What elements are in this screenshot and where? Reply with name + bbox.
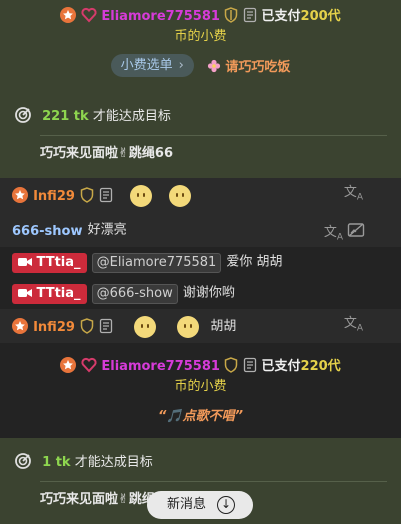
mention-tag[interactable]: @666-show bbox=[91, 283, 178, 304]
goal-description: 巧巧来见面啦✌跳绳66 bbox=[40, 146, 173, 161]
heart-diamond-icon bbox=[81, 7, 97, 23]
translate-icon[interactable]: 文A bbox=[344, 181, 363, 203]
treat-button[interactable]: 请巧巧吃饭 bbox=[207, 56, 291, 75]
star-badge-icon bbox=[12, 187, 28, 203]
document-icon bbox=[243, 7, 257, 23]
chat-username[interactable]: Infi29 bbox=[33, 189, 75, 204]
tip-amount: 220代 bbox=[300, 359, 341, 374]
chat-row: 666-show 好漂亮 文A bbox=[0, 212, 401, 247]
chat-row: Infi29 胡胡 文A bbox=[0, 309, 401, 343]
divider bbox=[40, 481, 387, 482]
document-icon bbox=[243, 357, 257, 373]
translate-icon[interactable]: 文A bbox=[344, 312, 363, 334]
mention-tag[interactable]: @Eliamore775581 bbox=[91, 252, 222, 273]
flower-icon bbox=[207, 59, 220, 73]
tip-text-prefix: 已支付 bbox=[261, 359, 301, 374]
tip-text-suffix: 币的小费 bbox=[174, 29, 227, 44]
tip-menu-item-label: “🎵点歌不唱” bbox=[158, 409, 243, 424]
document-icon bbox=[99, 318, 113, 334]
target-icon bbox=[15, 107, 31, 123]
chat-username[interactable]: 666-show bbox=[12, 224, 82, 239]
video-camera-icon bbox=[18, 257, 32, 266]
document-icon bbox=[99, 187, 113, 203]
arrow-down-icon: ↓ bbox=[217, 496, 235, 514]
translate-icon[interactable]: 文A bbox=[324, 221, 343, 243]
star-badge-icon bbox=[60, 357, 77, 373]
chat-message: 胡胡 bbox=[210, 318, 237, 334]
neutral-face-emoji-icon bbox=[177, 315, 200, 338]
shield-icon bbox=[225, 357, 238, 373]
live-user-chip[interactable]: TTtia_ bbox=[12, 252, 87, 273]
chat-username[interactable]: Infi29 bbox=[33, 320, 75, 335]
chat-message: 好漂亮 bbox=[87, 222, 127, 238]
tip-amount: 200代 bbox=[300, 9, 341, 24]
image-off-icon[interactable] bbox=[347, 222, 365, 238]
tip-menu-label: 小费选单 bbox=[120, 58, 173, 73]
chat-message: 谢谢你哟 bbox=[182, 285, 235, 301]
goal-suffix: 才能达成目标 bbox=[92, 109, 171, 124]
shield-icon bbox=[80, 187, 94, 203]
tip-menu-button[interactable]: 小费选单 › bbox=[110, 54, 194, 77]
chevron-right-icon: › bbox=[178, 58, 184, 73]
tipper-username[interactable]: Eliamore775581 bbox=[101, 9, 220, 24]
star-badge-icon bbox=[60, 7, 77, 23]
tip-text-suffix: 币的小费 bbox=[174, 379, 227, 394]
chat-username: TTtia_ bbox=[36, 254, 81, 270]
live-user-chip[interactable]: TTtia_ bbox=[12, 283, 87, 304]
target-icon bbox=[15, 453, 31, 469]
shield-icon bbox=[225, 7, 238, 23]
video-camera-icon bbox=[18, 288, 32, 297]
neutral-face-emoji-icon bbox=[130, 184, 153, 207]
tip-notification-card: Eliamore775581 已支付220代 币的小费 “🎵点歌不唱” bbox=[0, 343, 401, 438]
shield-icon bbox=[80, 318, 94, 334]
chat-username: TTtia_ bbox=[36, 285, 81, 301]
neutral-face-emoji-icon bbox=[134, 315, 157, 338]
tipper-username[interactable]: Eliamore775581 bbox=[101, 359, 220, 374]
goal-card: 221 tk 才能达成目标 巧巧来见面啦✌跳绳66 bbox=[0, 92, 401, 178]
divider bbox=[40, 135, 387, 136]
chat-message: 爱你 胡胡 bbox=[226, 254, 283, 270]
goal-amount: 1 tk bbox=[42, 455, 71, 470]
chat-row: TTtia_ @666-show 谢谢你哟 bbox=[0, 277, 401, 309]
goal-description: 巧巧来见面啦✌跳绳 bbox=[40, 492, 155, 507]
heart-diamond-icon bbox=[81, 357, 97, 373]
new-messages-button[interactable]: 新消息 ↓ bbox=[147, 491, 253, 519]
goal-suffix: 才能达成目标 bbox=[74, 455, 153, 470]
neutral-face-emoji-icon bbox=[169, 184, 192, 207]
star-badge-icon bbox=[12, 318, 28, 334]
chat-row: Infi29 文A bbox=[0, 178, 401, 212]
tip-text-prefix: 已支付 bbox=[261, 9, 301, 24]
goal-amount: 221 tk bbox=[42, 109, 89, 124]
chat-row: TTtia_ @Eliamore775581 爱你 胡胡 bbox=[0, 247, 401, 277]
treat-label: 请巧巧吃饭 bbox=[225, 60, 291, 75]
new-messages-label: 新消息 bbox=[167, 497, 207, 512]
tip-notification-card: Eliamore775581 已支付200代 币的小费 小费选单 › 请巧巧吃饭 bbox=[0, 0, 401, 92]
